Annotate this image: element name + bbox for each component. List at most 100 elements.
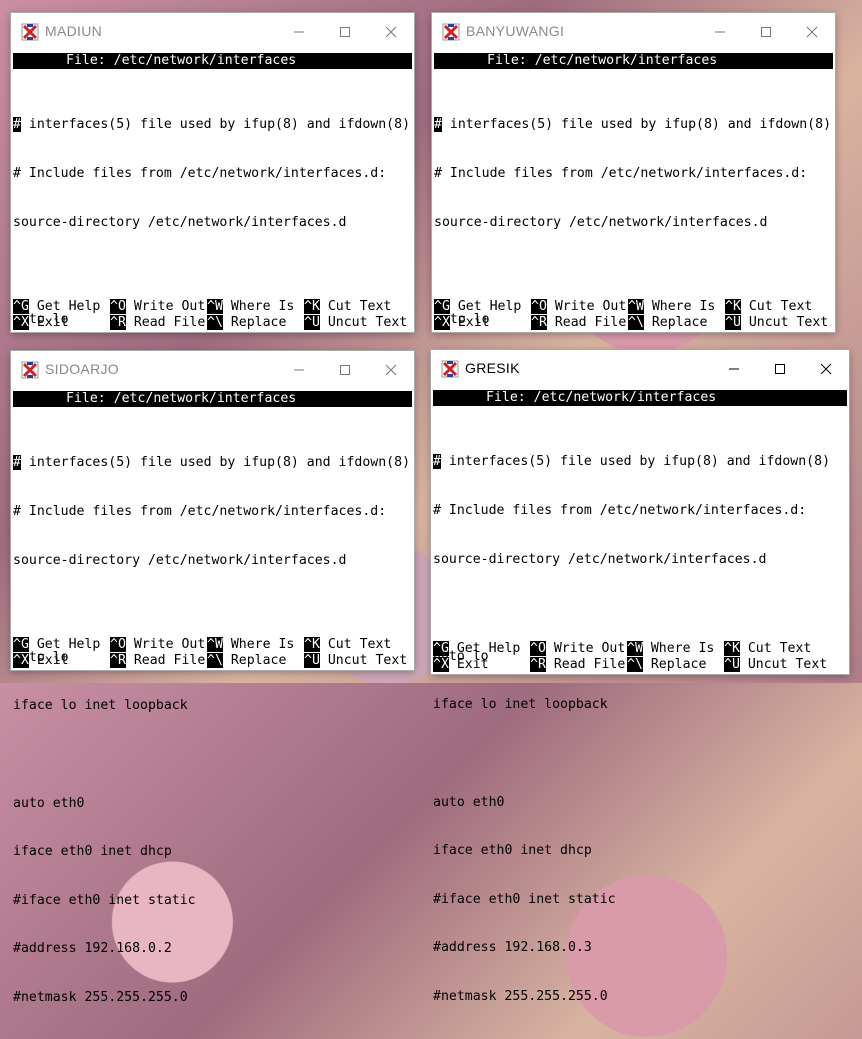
shortcut-label: Get Help: [457, 298, 522, 314]
shortcut-key: ^R: [530, 656, 546, 672]
text-line[interactable]: #iface eth0 inet static: [13, 893, 414, 909]
shortcut-item: ^W Where Is: [207, 636, 294, 653]
terminal-area[interactable]: File: /etc/network/interfaces # interfac…: [11, 51, 414, 667]
terminal-area[interactable]: File: /etc/network/interfaces # interfac…: [432, 51, 835, 667]
terminal-window[interactable]: SIDOARJO File: /etc/network/interfaces #…: [11, 351, 414, 1005]
maximize-button[interactable]: [757, 350, 803, 388]
terminal-window[interactable]: BANYUWANGI File: /etc/network/interfaces…: [432, 13, 835, 667]
maximize-button[interactable]: [743, 13, 789, 51]
shortcut-item: ^X Exit: [433, 656, 489, 673]
putty-app-icon[interactable]: [21, 23, 39, 41]
text-line[interactable]: iface lo inet loopback: [433, 697, 849, 713]
shortcut-label: Uncut Text: [327, 652, 408, 668]
text-line[interactable]: source-directory /etc/network/interfaces…: [13, 215, 414, 231]
shortcut-item: ^W Where Is: [207, 298, 294, 315]
shortcut-label: Where Is: [651, 298, 716, 314]
text-line[interactable]: [433, 600, 849, 616]
text-line[interactable]: auto eth0: [433, 795, 849, 811]
close-button[interactable]: [803, 350, 849, 388]
text-line[interactable]: source-directory /etc/network/interfaces…: [434, 215, 835, 231]
shortcut-label: Cut Text: [747, 640, 812, 656]
nano-header: File: /etc/network/interfaces: [433, 390, 847, 406]
minimize-button[interactable]: [697, 13, 743, 51]
text-line[interactable]: iface eth0 inet dhcp: [13, 844, 414, 860]
terminal-window[interactable]: GRESIK File: /etc/network/interfaces # i…: [431, 350, 849, 1004]
shortcut-row: ^X Exit ^R Read File ^\ Replace ^U Uncut Te…: [434, 314, 835, 331]
text-line[interactable]: source-directory /etc/network/interfaces…: [433, 552, 849, 568]
title-bar[interactable]: BANYUWANGI: [432, 13, 835, 51]
maximize-icon: [340, 27, 350, 37]
terminal-area[interactable]: File: /etc/network/interfaces # interfac…: [11, 389, 414, 1005]
shortcut-item: ^O Write Out: [530, 640, 625, 657]
shortcut-item: ^W Where Is: [627, 640, 715, 657]
text-line[interactable]: source-directory /etc/network/interfaces…: [13, 553, 414, 569]
file-content[interactable]: # interfaces(5) file used by ifup(8) and…: [13, 423, 414, 1039]
terminal-window[interactable]: MADIUN File: /etc/network/interfaces # i…: [11, 13, 414, 667]
text-cursor: #: [13, 117, 21, 133]
text-line[interactable]: #netmask 255.255.255.0: [13, 990, 414, 1006]
minimize-button[interactable]: [276, 351, 322, 389]
shortcut-key: ^W: [207, 298, 223, 314]
minimize-icon: [294, 31, 304, 33]
text-line[interactable]: # interfaces(5) file used by ifup(8) and…: [434, 117, 835, 133]
shortcut-label: Where Is: [650, 640, 715, 656]
text-line[interactable]: iface eth0 inet dhcp: [433, 843, 849, 859]
shortcut-row: ^X Exit ^R Read File ^\ Replace ^U Uncut Te…: [13, 314, 414, 331]
close-button[interactable]: [789, 13, 835, 51]
shortcut-label: Replace: [230, 314, 287, 330]
text-line[interactable]: #iface eth0 inet static: [433, 892, 849, 908]
text-line[interactable]: # Include files from /etc/network/interf…: [13, 166, 414, 182]
shortcut-item: ^\ Replace: [207, 652, 286, 669]
text-line[interactable]: #netmask 255.255.255.0: [433, 989, 849, 1005]
shortcut-label: Replace: [651, 314, 708, 330]
text-line[interactable]: [433, 746, 849, 762]
maximize-icon: [761, 27, 771, 37]
text-line[interactable]: # Include files from /etc/network/interf…: [13, 504, 414, 520]
text-line[interactable]: [434, 263, 835, 279]
text-line[interactable]: [13, 747, 414, 763]
text-line[interactable]: # interfaces(5) file used by ifup(8) and…: [13, 455, 414, 471]
shortcut-label: Get Help: [36, 636, 101, 652]
shortcut-label: Write Out: [133, 298, 206, 314]
title-bar[interactable]: GRESIK: [431, 350, 849, 388]
shortcut-key: ^\: [207, 652, 223, 668]
text-line[interactable]: # Include files from /etc/network/interf…: [433, 503, 849, 519]
file-content[interactable]: # interfaces(5) file used by ifup(8) and…: [433, 422, 849, 1038]
close-button[interactable]: [368, 351, 414, 389]
text-line[interactable]: [13, 263, 414, 279]
nano-shortcut-bar: ^G Get Help ^O Write Out ^W Where Is ^K Cut…: [13, 298, 414, 331]
minimize-button[interactable]: [276, 13, 322, 51]
putty-app-icon[interactable]: [442, 23, 460, 41]
nano-header: File: /etc/network/interfaces: [434, 53, 833, 69]
close-button[interactable]: [368, 13, 414, 51]
text-cursor: #: [434, 117, 442, 133]
text-line[interactable]: [13, 601, 414, 617]
shortcut-key: ^G: [13, 636, 29, 652]
text-line[interactable]: # Include files from /etc/network/interf…: [434, 166, 835, 182]
putty-app-icon[interactable]: [441, 360, 459, 378]
line-text: interfaces(5) file used by ifup(8) and i…: [28, 117, 411, 133]
shortcut-key: ^O: [531, 298, 547, 314]
shortcut-item: ^K Cut Text: [725, 298, 812, 315]
shortcut-item: ^R Read File: [530, 656, 625, 673]
title-bar[interactable]: SIDOARJO: [11, 351, 414, 389]
shortcut-item: ^U Uncut Text: [304, 314, 407, 331]
minimize-button[interactable]: [711, 350, 757, 388]
line-text: interfaces(5) file used by ifup(8) and i…: [28, 455, 411, 471]
shortcut-key: ^X: [433, 656, 449, 672]
maximize-button[interactable]: [322, 13, 368, 51]
close-icon: [385, 26, 397, 38]
maximize-icon: [340, 365, 350, 375]
text-line[interactable]: auto eth0: [13, 796, 414, 812]
text-line[interactable]: #address 192.168.0.3: [433, 940, 849, 956]
text-line[interactable]: # interfaces(5) file used by ifup(8) and…: [13, 117, 414, 133]
terminal-area[interactable]: File: /etc/network/interfaces # interfac…: [431, 388, 849, 1004]
text-line[interactable]: #address 192.168.0.2: [13, 941, 414, 957]
shortcut-key: ^U: [725, 314, 741, 330]
putty-app-icon[interactable]: [21, 361, 39, 379]
text-line[interactable]: # interfaces(5) file used by ifup(8) and…: [433, 454, 849, 470]
title-bar[interactable]: MADIUN: [11, 13, 414, 51]
shortcut-item: ^W Where Is: [628, 298, 716, 315]
maximize-button[interactable]: [322, 351, 368, 389]
text-line[interactable]: iface lo inet loopback: [13, 698, 414, 714]
